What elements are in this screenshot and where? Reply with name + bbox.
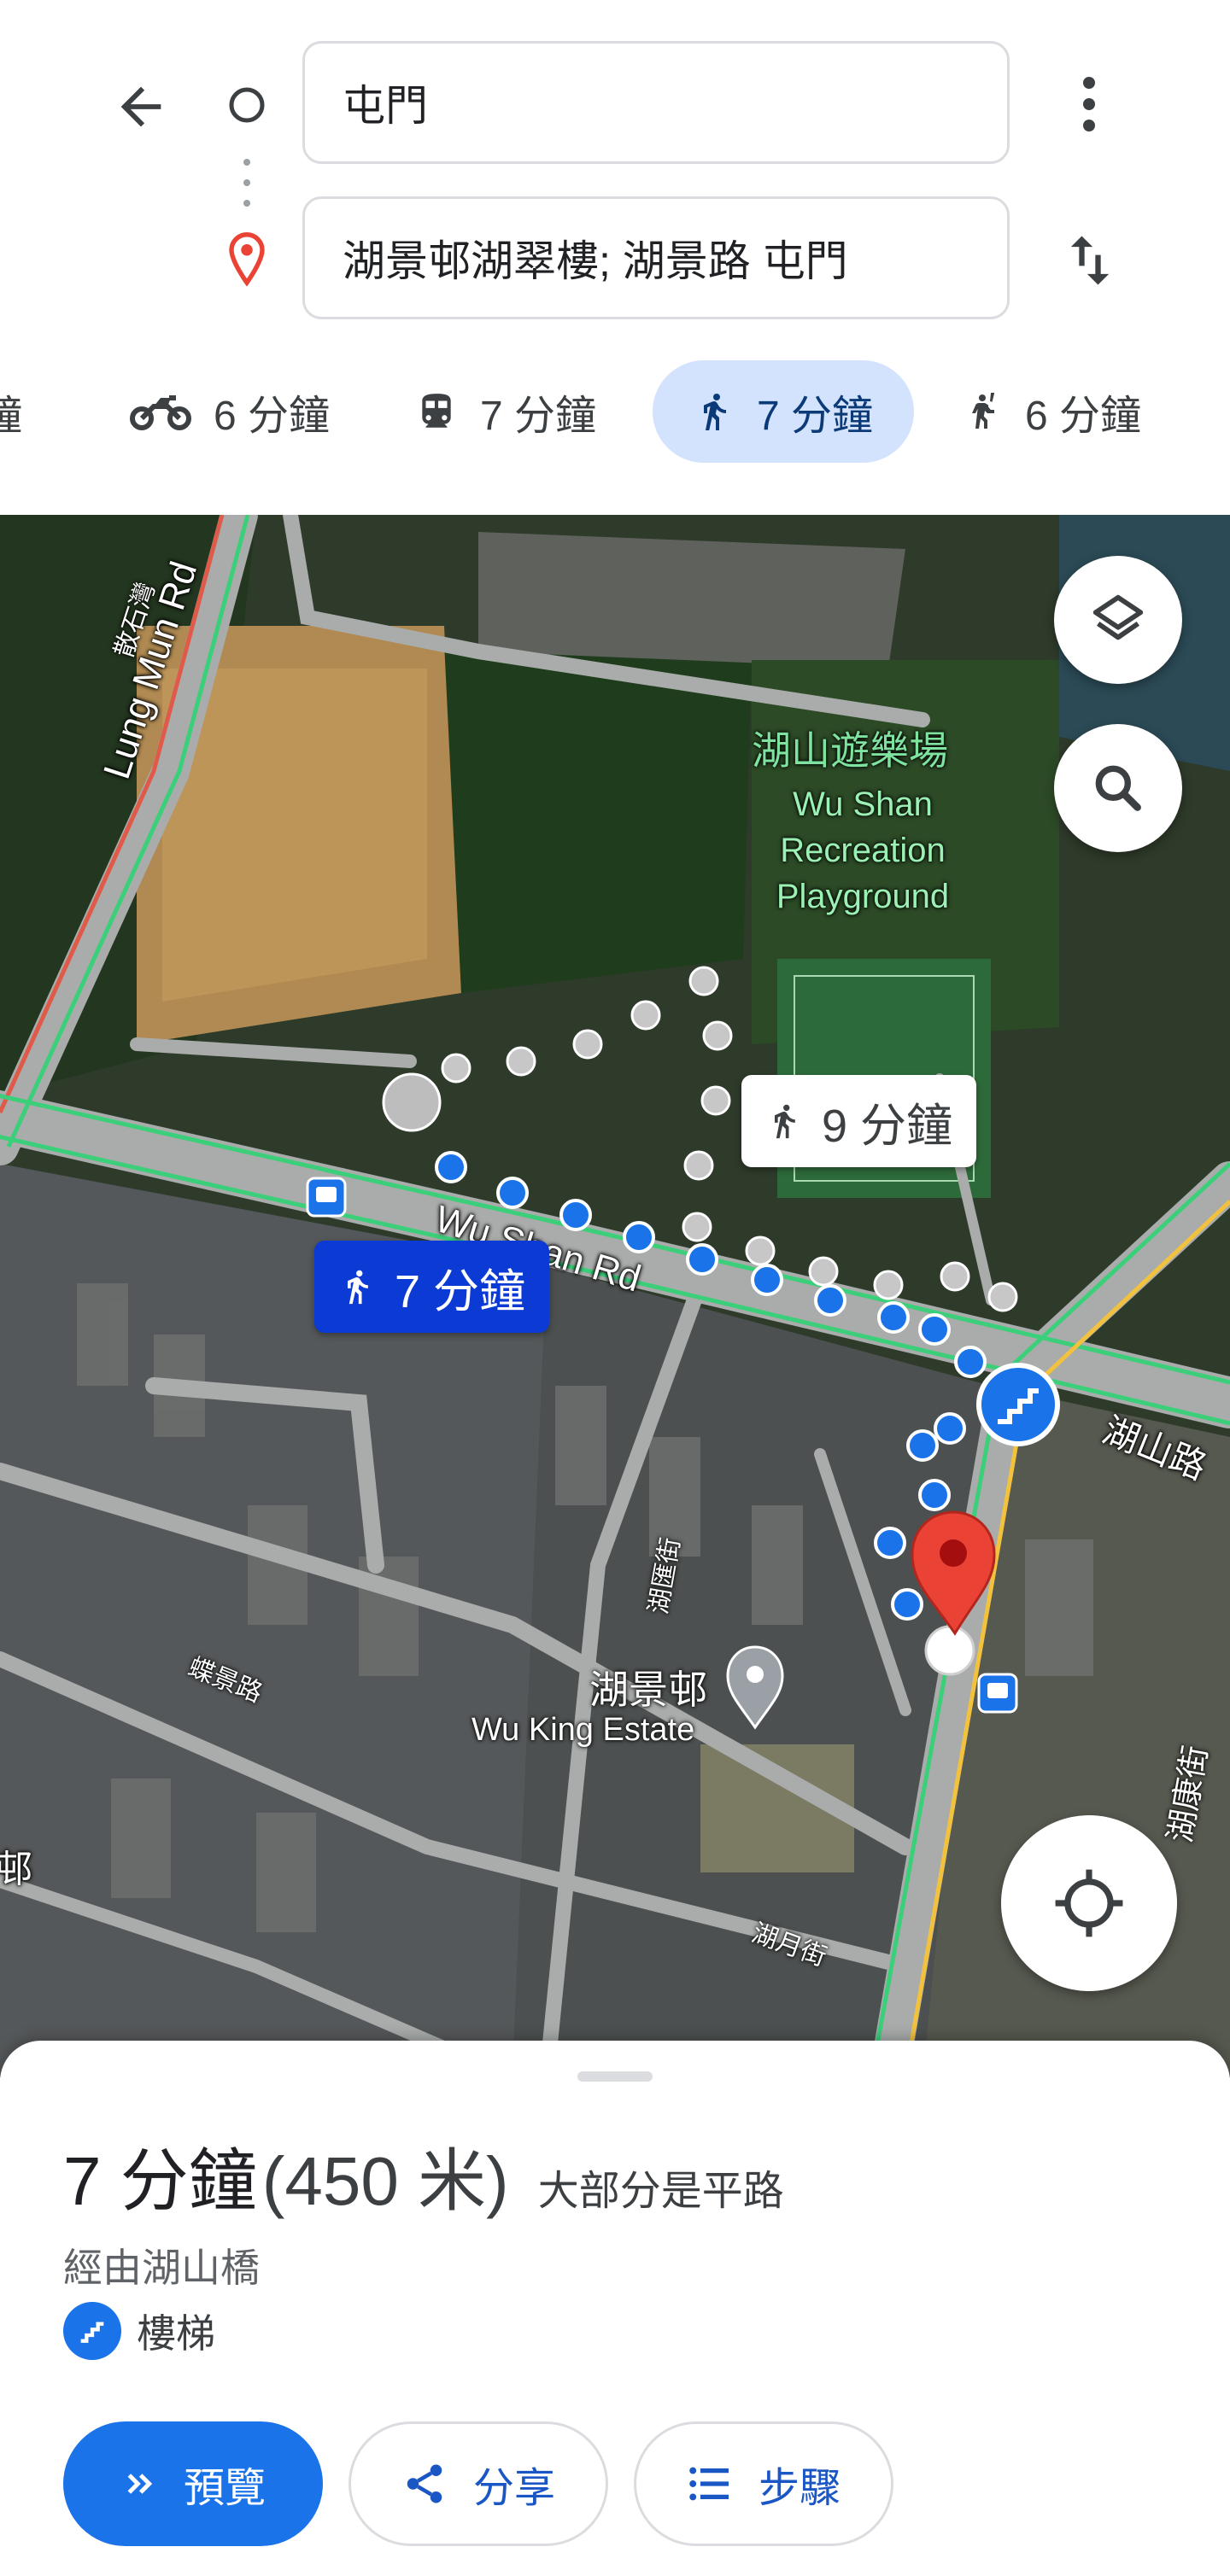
alt-route-chip[interactable]: 9 分鐘 (741, 1075, 977, 1167)
mode-ride-label: 6 分鐘 (1025, 394, 1142, 439)
route-via: 經由湖山橋 (63, 2246, 260, 2290)
mode-drive-label: 分鐘 (0, 394, 23, 439)
more-vert-icon (1083, 77, 1095, 131)
sheet-drag-handle[interactable] (577, 2071, 653, 2082)
map-view[interactable]: 湖山遊樂場 Wu Shan Recreation Playground 湖景邨 … (0, 515, 1230, 2077)
park-name-zh: 湖山遊樂場 (752, 728, 948, 773)
mode-walk-label: 7 分鐘 (756, 394, 874, 439)
more-options-button[interactable] (1051, 61, 1128, 147)
motorcycle-icon (130, 393, 191, 430)
directions-header: 屯門 湖景邨湖翠樓; 湖景路 屯門 分鐘 (0, 0, 1230, 512)
mode-transit-label: 7 分鐘 (480, 394, 597, 439)
mode-tab-drive[interactable]: 分鐘 (0, 360, 22, 463)
stairs-icon (63, 2302, 121, 2360)
hail-icon (962, 385, 1003, 438)
steps-label: 步驟 (758, 2466, 840, 2511)
main-route-duration: 7 分鐘 (395, 1265, 526, 1317)
steps-button[interactable]: 步驟 (634, 2421, 893, 2546)
walk-icon (338, 1262, 376, 1311)
preview-button[interactable]: 預覽 (63, 2421, 323, 2546)
mode-tab-walk[interactable]: 7 分鐘 (653, 360, 914, 463)
stairs-label: 樓梯 (137, 2311, 215, 2356)
walk-icon (765, 1096, 803, 1146)
search-along-route-button[interactable] (1054, 724, 1182, 852)
mode-tab-motorcycle[interactable]: 6 分鐘 (130, 360, 330, 463)
mode-tab-ride[interactable]: 6 分鐘 (962, 360, 1141, 463)
swap-locations-button[interactable] (1047, 213, 1133, 307)
map-layers-button[interactable] (1054, 556, 1182, 684)
mode-tab-transit[interactable]: 7 分鐘 (415, 360, 596, 463)
my-location-button[interactable] (1001, 1815, 1177, 1991)
share-button[interactable]: 分享 (348, 2421, 608, 2546)
back-button[interactable] (102, 68, 179, 145)
mode-motorcycle-label: 6 分鐘 (214, 394, 331, 439)
walk-icon (694, 385, 735, 438)
route-distance: (450 米) (261, 2143, 509, 2219)
travel-mode-tabs: 分鐘 6 分鐘 (0, 357, 1230, 468)
route-details-sheet: 7 分鐘 (450 米) 大部分是平路 經由湖山橋 樓梯 預覽 分享 步驟 (0, 2041, 1230, 2576)
arrow-back-icon (120, 86, 161, 127)
origin-input-value: 屯門 (343, 82, 428, 130)
alt-route-duration: 9 分鐘 (822, 1100, 953, 1152)
edge-area-label: 邨 (0, 1849, 32, 1890)
destination-pin-icon (229, 232, 265, 287)
park-name-en: Wu Shan Recreation Playground (776, 786, 950, 915)
search-icon (1095, 765, 1141, 811)
estate-name-en: Wu King Estate (472, 1712, 695, 1748)
maps-directions-screen: 屯門 湖景邨湖翠樓; 湖景路 屯門 分鐘 (0, 0, 1230, 2576)
list-icon (687, 2465, 733, 2503)
swap-vert-icon (1070, 236, 1110, 285)
layers-icon (1092, 594, 1144, 640)
route-duration: 7 分鐘 (63, 2143, 257, 2219)
crosshair-icon (1055, 1869, 1123, 1937)
destination-input-value: 湖景邨湖翠樓; 湖景路 屯門 (343, 237, 848, 285)
estate-name-zh: 湖景邨 (589, 1668, 707, 1712)
share-icon (401, 2461, 448, 2507)
preview-label: 預覽 (183, 2466, 266, 2511)
destination-input[interactable]: 湖景邨湖翠樓; 湖景路 屯門 (302, 196, 1010, 319)
route-connector-dots (243, 159, 250, 207)
share-label: 分享 (472, 2466, 555, 2511)
route-summary: 7 分鐘 (450 米) 大部分是平路 (63, 2126, 784, 2225)
origin-input[interactable]: 屯門 (302, 41, 1010, 164)
origin-circle-icon (229, 87, 265, 123)
stairs-notice: 樓梯 (63, 2302, 215, 2360)
route-terrain-note: 大部分是平路 (537, 2169, 784, 2214)
train-icon (415, 386, 458, 437)
double-chevron-right-icon (120, 2467, 158, 2501)
main-route-chip[interactable]: 7 分鐘 (314, 1241, 550, 1333)
